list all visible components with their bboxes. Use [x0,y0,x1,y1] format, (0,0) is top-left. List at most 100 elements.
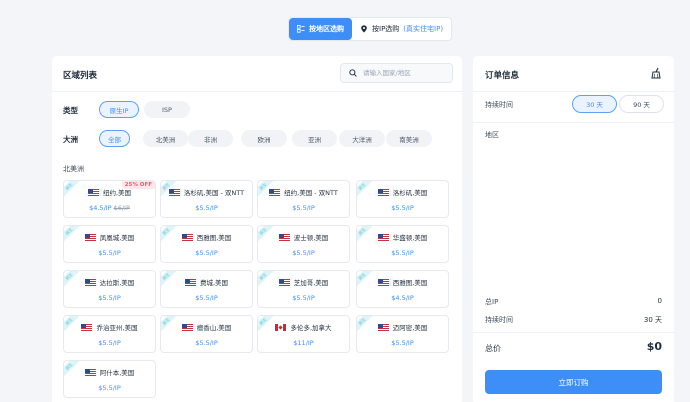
region-card[interactable]: 原生 乔治亚州,美国 $5.5/IP [63,315,156,353]
us-flag-icon [269,188,281,196]
region-card-label: 迈阿密,美国 [392,324,428,332]
region-card-name: 费城,美国 [161,277,252,287]
region-card[interactable]: 原生 凤凰城,美国 $5.5/IP [63,225,156,263]
price-value: $5.5/IP [98,339,121,347]
region-card-name: 多伦多,加拿大 [258,322,349,332]
header-divider [52,91,462,92]
order-now-button[interactable]: 立即订购 [485,370,662,394]
region-card[interactable]: 原生 檀香山,美国 $5.5/IP [160,315,253,353]
region-card-price: $5.5/IP [357,339,448,347]
region-card-name: 纽约,美国 [64,187,155,197]
region-card[interactable]: 原生 华盛顿,美国 $5.5/IP [356,225,449,263]
continent-option-north-america[interactable]: 北美洲 [143,130,188,147]
price-value: $5.5/IP [292,204,315,212]
region-card[interactable]: 原生 达拉斯,美国 $5.5/IP [63,270,156,308]
search-icon [349,69,357,77]
region-card-label: 达拉斯,美国 [99,279,135,287]
price-value: $5.5/IP [195,294,218,302]
tab-by-ip-sublabel: (真实住宅IP) [403,25,444,33]
duration-summary-label: 持续时间 [485,316,513,324]
broom-clear-icon[interactable] [650,67,662,79]
region-card-label: 洛杉矶,美国 [392,189,428,197]
duration-option-30[interactable]: 30 天 [572,95,617,113]
region-card[interactable]: 原生 波士顿,美国 $5.5/IP [257,225,350,263]
region-card-label: 芝加哥,美国 [293,279,329,287]
region-card-name: 芝加哥,美国 [258,277,349,287]
price-value: $5.5/IP [292,294,315,302]
price-value: $5.5/IP [98,249,121,257]
region-card[interactable]: 原生 洛杉矶,美国 - 双NTT $5.5/IP [160,180,253,218]
continent-option-all[interactable]: 全部 [99,130,130,147]
region-card[interactable]: 原生 多伦多,加拿大 $11/IP [257,315,350,353]
region-card-label: 檀香山,美国 [196,324,232,332]
continent-option-europe[interactable]: 欧洲 [241,130,287,147]
region-card-label: 西雅图,美国 [392,279,428,287]
order-info-title: 订单信息 [485,71,520,81]
total-price-value: $0 [646,340,662,353]
us-flag-icon [168,188,180,196]
region-card-price: $5.5/IP [258,204,349,212]
us-flag-icon [377,233,389,241]
region-label: 地区 [485,131,499,139]
price-value: $5.5/IP [391,249,414,257]
continent-option-asia[interactable]: 亚洲 [292,130,337,147]
type-filter-label: 类型 [63,106,78,115]
region-card[interactable]: 原生 阿什本,美国 $5.5/IP [63,360,156,398]
duration-divider [473,122,674,123]
region-card-label: 乔治亚州,美国 [96,324,138,332]
price-value: $11/IP [293,339,314,347]
type-option-native-ip[interactable]: 原生IP [99,101,139,118]
location-pin-icon [361,25,367,33]
region-card-label: 西雅图,美国 [196,234,232,242]
search-input[interactable] [363,69,447,77]
region-card[interactable]: 原生 西雅图,美国 $4.5/IP [356,270,449,308]
region-card-price: $4.5/IP $6/IP [64,204,155,212]
tab-by-region-label: 按地区选购 [309,25,344,33]
region-card[interactable]: 原生 芝加哥,美国 $5.5/IP [257,270,350,308]
price-value: $5.5/IP [391,204,414,212]
region-list-icon [297,25,305,33]
tab-by-region[interactable]: 按地区选购 [289,18,352,40]
region-card-price: $5.5/IP [64,339,155,347]
us-flag-icon [181,323,193,331]
region-card-price: $5.5/IP [161,339,252,347]
continent-option-africa[interactable]: 非洲 [188,130,233,147]
region-card-price: $5.5/IP [64,384,155,392]
region-card-price: $5.5/IP [64,249,155,257]
price-value: $5.5/IP [195,339,218,347]
region-card-label: 华盛顿,美国 [392,234,428,242]
region-card-name: 达拉斯,美国 [64,277,155,287]
duration-summary-value: 30 天 [643,316,662,324]
duration-option-90[interactable]: 90 天 [619,95,664,113]
total-ip-value: 0 [657,297,662,305]
price-value: $5.5/IP [98,294,121,302]
region-card[interactable]: 原生 洛杉矶,美国 $5.5/IP [356,180,449,218]
region-card-price: $5.5/IP [64,294,155,302]
us-flag-icon [278,233,290,241]
region-card[interactable]: 原生 西雅图,美国 $5.5/IP [160,225,253,263]
region-card[interactable]: 原生 25% OFF 纽约,美国 $4.5/IP $6/IP [63,180,156,218]
order-header-divider [473,91,674,92]
region-card[interactable]: 原生 纽约,美国 - 双NTT $5.5/IP [257,180,350,218]
region-card-price: $5.5/IP [161,294,252,302]
region-card[interactable]: 原生 迈阿密,美国 $5.5/IP [356,315,449,353]
continent-option-south-america[interactable]: 南美洲 [386,130,432,147]
region-list-panel: 区域列表 类型 原生IP ISP 大洲 全部 北美洲 非洲 欧洲 亚洲 大洋洲 … [52,56,462,402]
us-flag-icon [278,278,290,286]
type-option-isp[interactable]: ISP [144,101,190,118]
region-card-price: $5.5/IP [357,249,448,257]
us-flag-icon [377,323,389,331]
region-card-price: $5.5/IP [161,204,252,212]
original-price: $6/IP [113,204,130,212]
region-card-label: 多伦多,加拿大 [290,324,332,332]
us-flag-icon [84,233,96,241]
continent-option-oceania[interactable]: 大洋洲 [339,130,385,147]
tab-by-ip[interactable]: 按IP选购 (真实住宅IP) [352,18,451,40]
region-card-name: 西雅图,美国 [357,277,448,287]
region-card-name: 阿什本,美国 [64,367,155,377]
region-card-name: 波士顿,美国 [258,232,349,242]
region-card-name: 华盛顿,美国 [357,232,448,242]
us-flag-icon [84,278,96,286]
us-flag-icon [184,278,196,286]
region-card[interactable]: 原生 费城,美国 $5.5/IP [160,270,253,308]
